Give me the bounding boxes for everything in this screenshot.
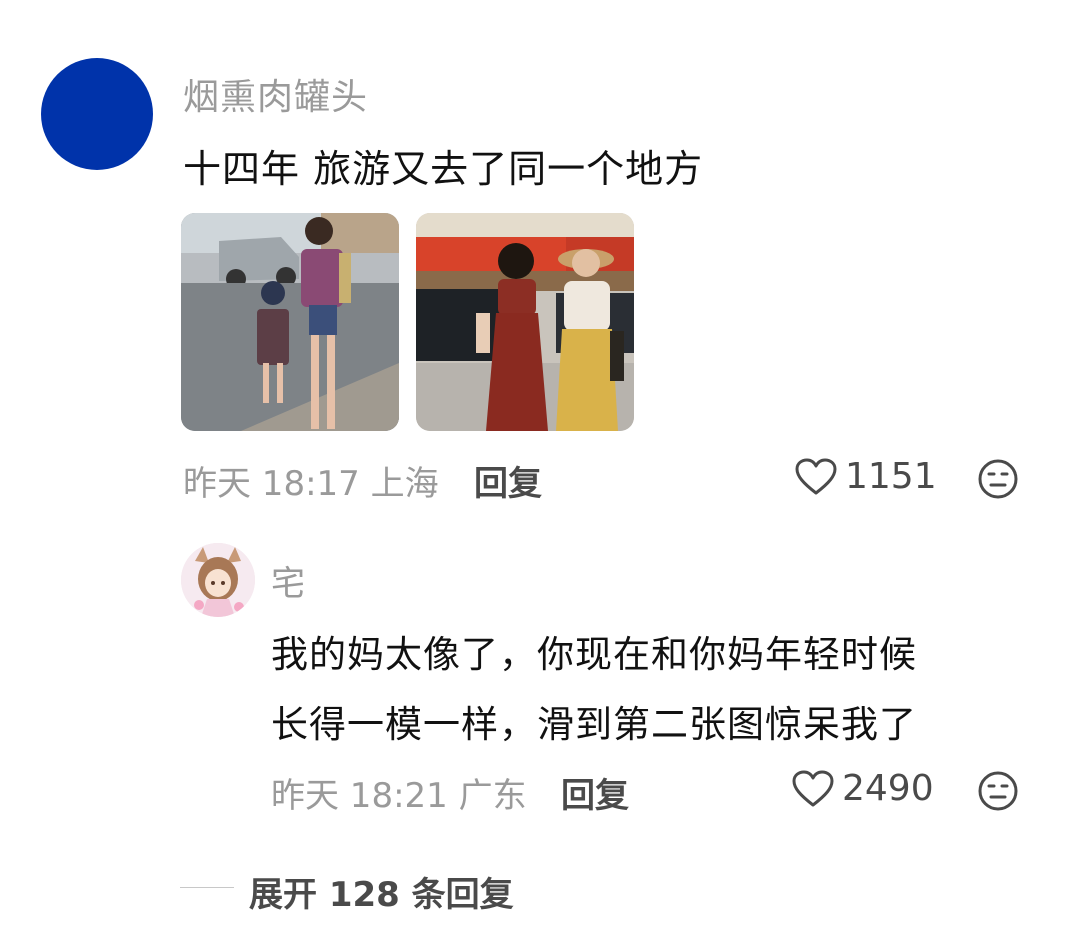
reply-meta: 昨天 18:21 广东	[271, 776, 527, 816]
reply-like-button[interactable]: 2490	[792, 768, 934, 809]
commenter-username[interactable]: 烟熏肉罐头	[183, 68, 368, 120]
expand-replies-button[interactable]: 展开 128 条回复	[249, 867, 514, 916]
photo-two-women-street	[416, 213, 634, 431]
reply-reply-button[interactable]: 回复	[561, 768, 629, 817]
like-count: 1151	[845, 456, 937, 497]
commenter-avatar[interactable]	[41, 58, 153, 170]
reply-button[interactable]: 回复	[474, 456, 542, 505]
photo-mother-child-street	[181, 213, 399, 431]
expand-divider	[180, 887, 234, 888]
comment-text: 十四年 旅游又去了同一个地方	[183, 147, 704, 191]
comment-photo-1[interactable]	[181, 213, 399, 431]
neutral-face-icon[interactable]	[977, 770, 1019, 816]
heart-outline-icon	[792, 770, 834, 806]
reply-text-line-2: 长得一模一样，滑到第二张图惊呆我了	[271, 703, 917, 746]
comment-photo-2[interactable]	[416, 213, 634, 431]
neutral-face-icon[interactable]	[977, 458, 1019, 504]
like-button[interactable]: 1151	[795, 456, 937, 497]
heart-outline-icon	[795, 458, 837, 494]
comment-meta: 昨天 18:17 上海	[183, 464, 439, 504]
reply-text-line-1: 我的妈太像了，你现在和你妈年轻时候	[271, 633, 917, 676]
reply-username[interactable]: 宅	[271, 556, 305, 605]
reply-avatar[interactable]	[181, 543, 255, 617]
reply-like-count: 2490	[842, 768, 934, 809]
